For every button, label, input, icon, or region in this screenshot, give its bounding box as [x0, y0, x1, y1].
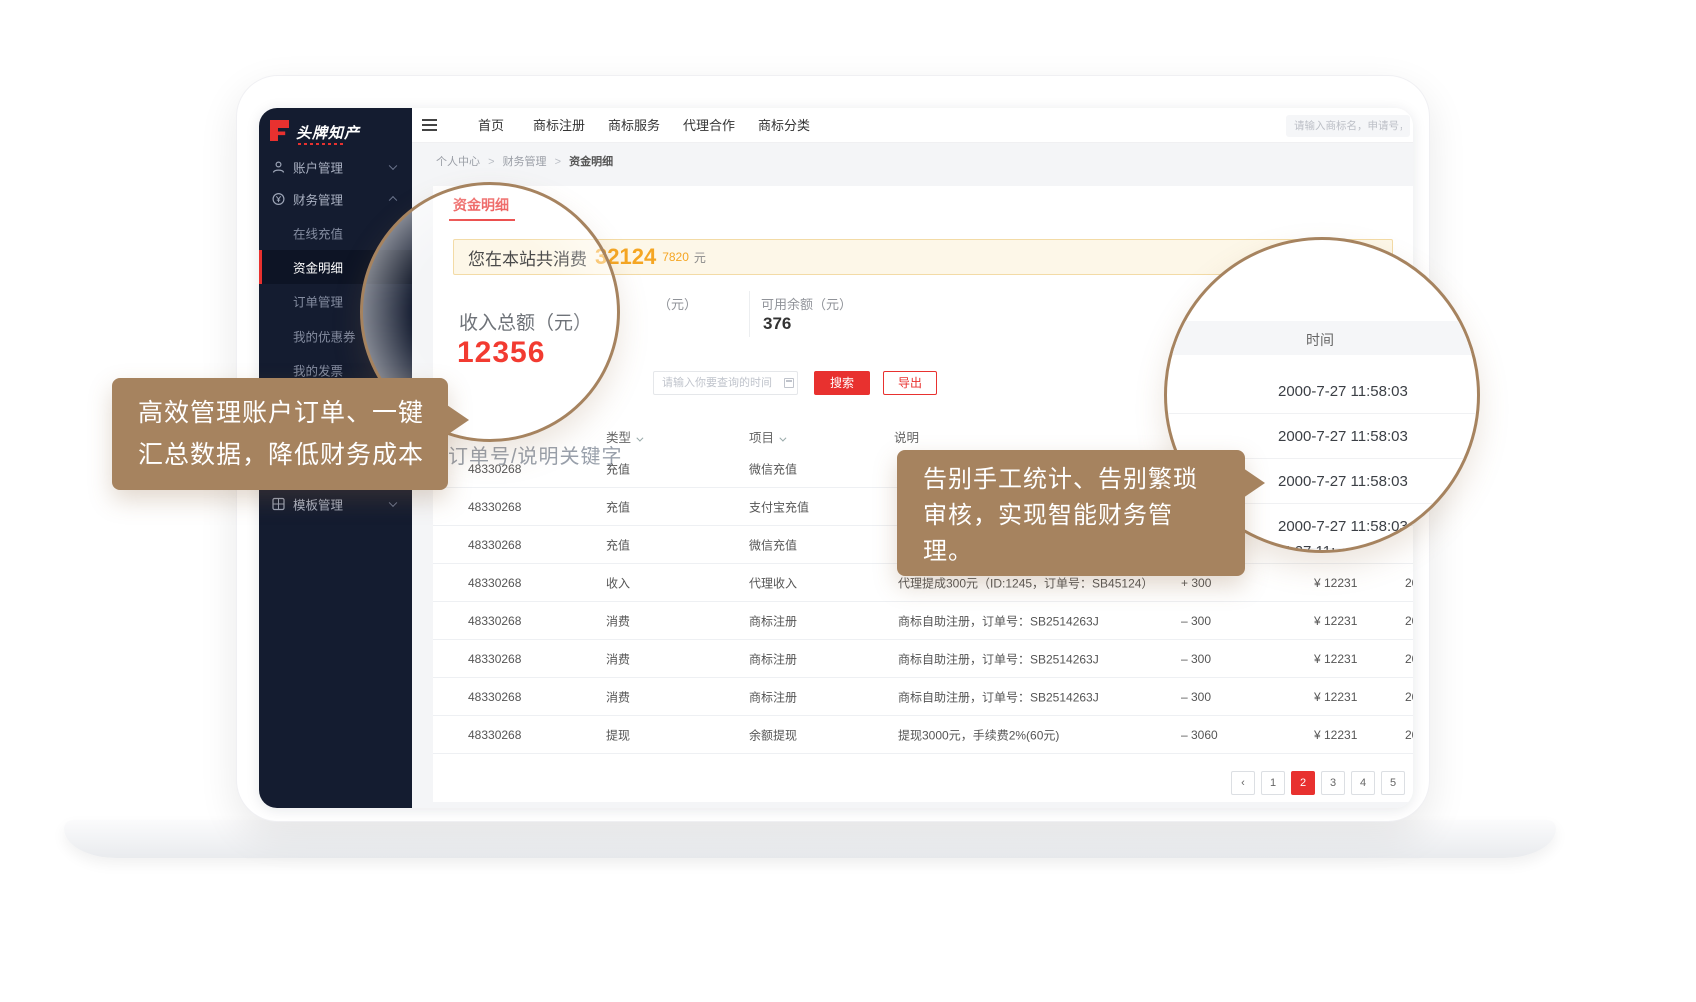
- banner-amount-secondary: 7820: [662, 250, 689, 264]
- top-navbar: 首页 商标注册 商标服务 代理合作 商标分类: [412, 108, 1413, 143]
- chevron-down-icon: [389, 499, 397, 507]
- time-query-input[interactable]: [653, 371, 798, 395]
- finance-icon: [272, 193, 285, 206]
- table-row[interactable]: 48330268 消费 商标注册 商标自助注册，订单号：SB2514263J –…: [433, 602, 1413, 640]
- breadcrumb: 个人中心 > 财务管理 > 资金明细: [436, 153, 613, 169]
- time-column-header-band: 时间: [1167, 321, 1480, 355]
- time-cell: 2000-7-27 11:58:03: [1278, 518, 1408, 535]
- nav-agent-cooperation[interactable]: 代理合作: [683, 108, 735, 143]
- callout-right: 告别手工统计、告别繁琐 审核，实现智能财务管 理。: [897, 450, 1245, 576]
- nav-trademark-category[interactable]: 商标分类: [758, 108, 810, 143]
- logo-text: 头牌知产: [296, 122, 360, 143]
- menu-icon[interactable]: [422, 119, 437, 131]
- logo-subtitle-marks: [298, 143, 344, 145]
- time-cell: 2000-7-27 11:58:03: [1278, 383, 1408, 400]
- table-row[interactable]: 48330268 提现 余额提现 提现3000元，手续费2%(60元) – 30…: [433, 716, 1413, 754]
- logo-icon: [270, 120, 289, 141]
- search-button[interactable]: 搜索: [814, 371, 870, 395]
- time-cell: 2000-7-27 11:58:03: [1278, 428, 1408, 445]
- marketing-mockup-stage: 头牌知产 账户管理 财务管理: [0, 0, 1696, 1002]
- nav-trademark-register[interactable]: 商标注册: [533, 108, 585, 143]
- sidebar-item-account[interactable]: 账户管理: [259, 150, 412, 184]
- pagination-page-3[interactable]: 3: [1321, 771, 1345, 795]
- pagination-prev-button[interactable]: ‹: [1231, 771, 1255, 795]
- pagination-page-5[interactable]: 5: [1381, 771, 1405, 795]
- chevron-down-icon: [636, 435, 643, 442]
- sidebar-item-templates[interactable]: 模板管理: [259, 487, 412, 521]
- calendar-icon[interactable]: [784, 378, 794, 388]
- export-button[interactable]: 导出: [883, 371, 937, 395]
- chevron-down-icon: [389, 162, 397, 170]
- trademark-search-input[interactable]: [1286, 115, 1410, 137]
- stat-balance-value: 376: [763, 314, 791, 334]
- table-row[interactable]: 48330268 消费 商标注册 商标自助注册，订单号：SB2514263J –…: [433, 640, 1413, 678]
- breadcrumb-item[interactable]: 财务管理: [503, 156, 547, 168]
- nav-home[interactable]: 首页: [478, 108, 504, 143]
- pagination-page-4[interactable]: 4: [1351, 771, 1375, 795]
- stat-balance-label: 可用余额（元）: [761, 294, 852, 313]
- chevron-up-icon: [389, 196, 397, 204]
- table-row[interactable]: 48330268 消费 商标注册 商标自助注册，订单号：SB2514263J –…: [433, 678, 1413, 716]
- chevron-down-icon: [779, 435, 786, 442]
- user-icon: [272, 161, 285, 174]
- nav-trademark-service[interactable]: 商标服务: [608, 108, 660, 143]
- time-column-header: 时间: [1306, 330, 1334, 350]
- time-cell: 2000-7-27 11:58:03: [1278, 473, 1408, 490]
- pagination: ‹ 1 2 3 4 5: [1231, 771, 1405, 795]
- banner-unit: 元: [694, 249, 706, 266]
- breadcrumb-current: 资金明细: [569, 156, 613, 168]
- callout-tail-icon: [447, 405, 469, 435]
- column-header-desc: 说明: [894, 427, 919, 446]
- breadcrumb-item[interactable]: 个人中心: [436, 156, 480, 168]
- callout-tail-icon: [1243, 468, 1265, 498]
- pagination-page-2-active[interactable]: 2: [1291, 771, 1315, 795]
- sidebar-item-finance[interactable]: 财务管理: [259, 182, 412, 216]
- stat-expense-label-partial: （元）: [658, 294, 697, 313]
- template-icon: [272, 498, 285, 511]
- divider: [749, 291, 750, 337]
- column-header-project[interactable]: 项目: [749, 427, 784, 446]
- pagination-page-1[interactable]: 1: [1261, 771, 1285, 795]
- callout-left: 高效管理账户订单、一键 汇总数据，降低财务成本: [112, 378, 448, 490]
- divider: [1167, 413, 1480, 414]
- laptop-base: [64, 820, 1556, 858]
